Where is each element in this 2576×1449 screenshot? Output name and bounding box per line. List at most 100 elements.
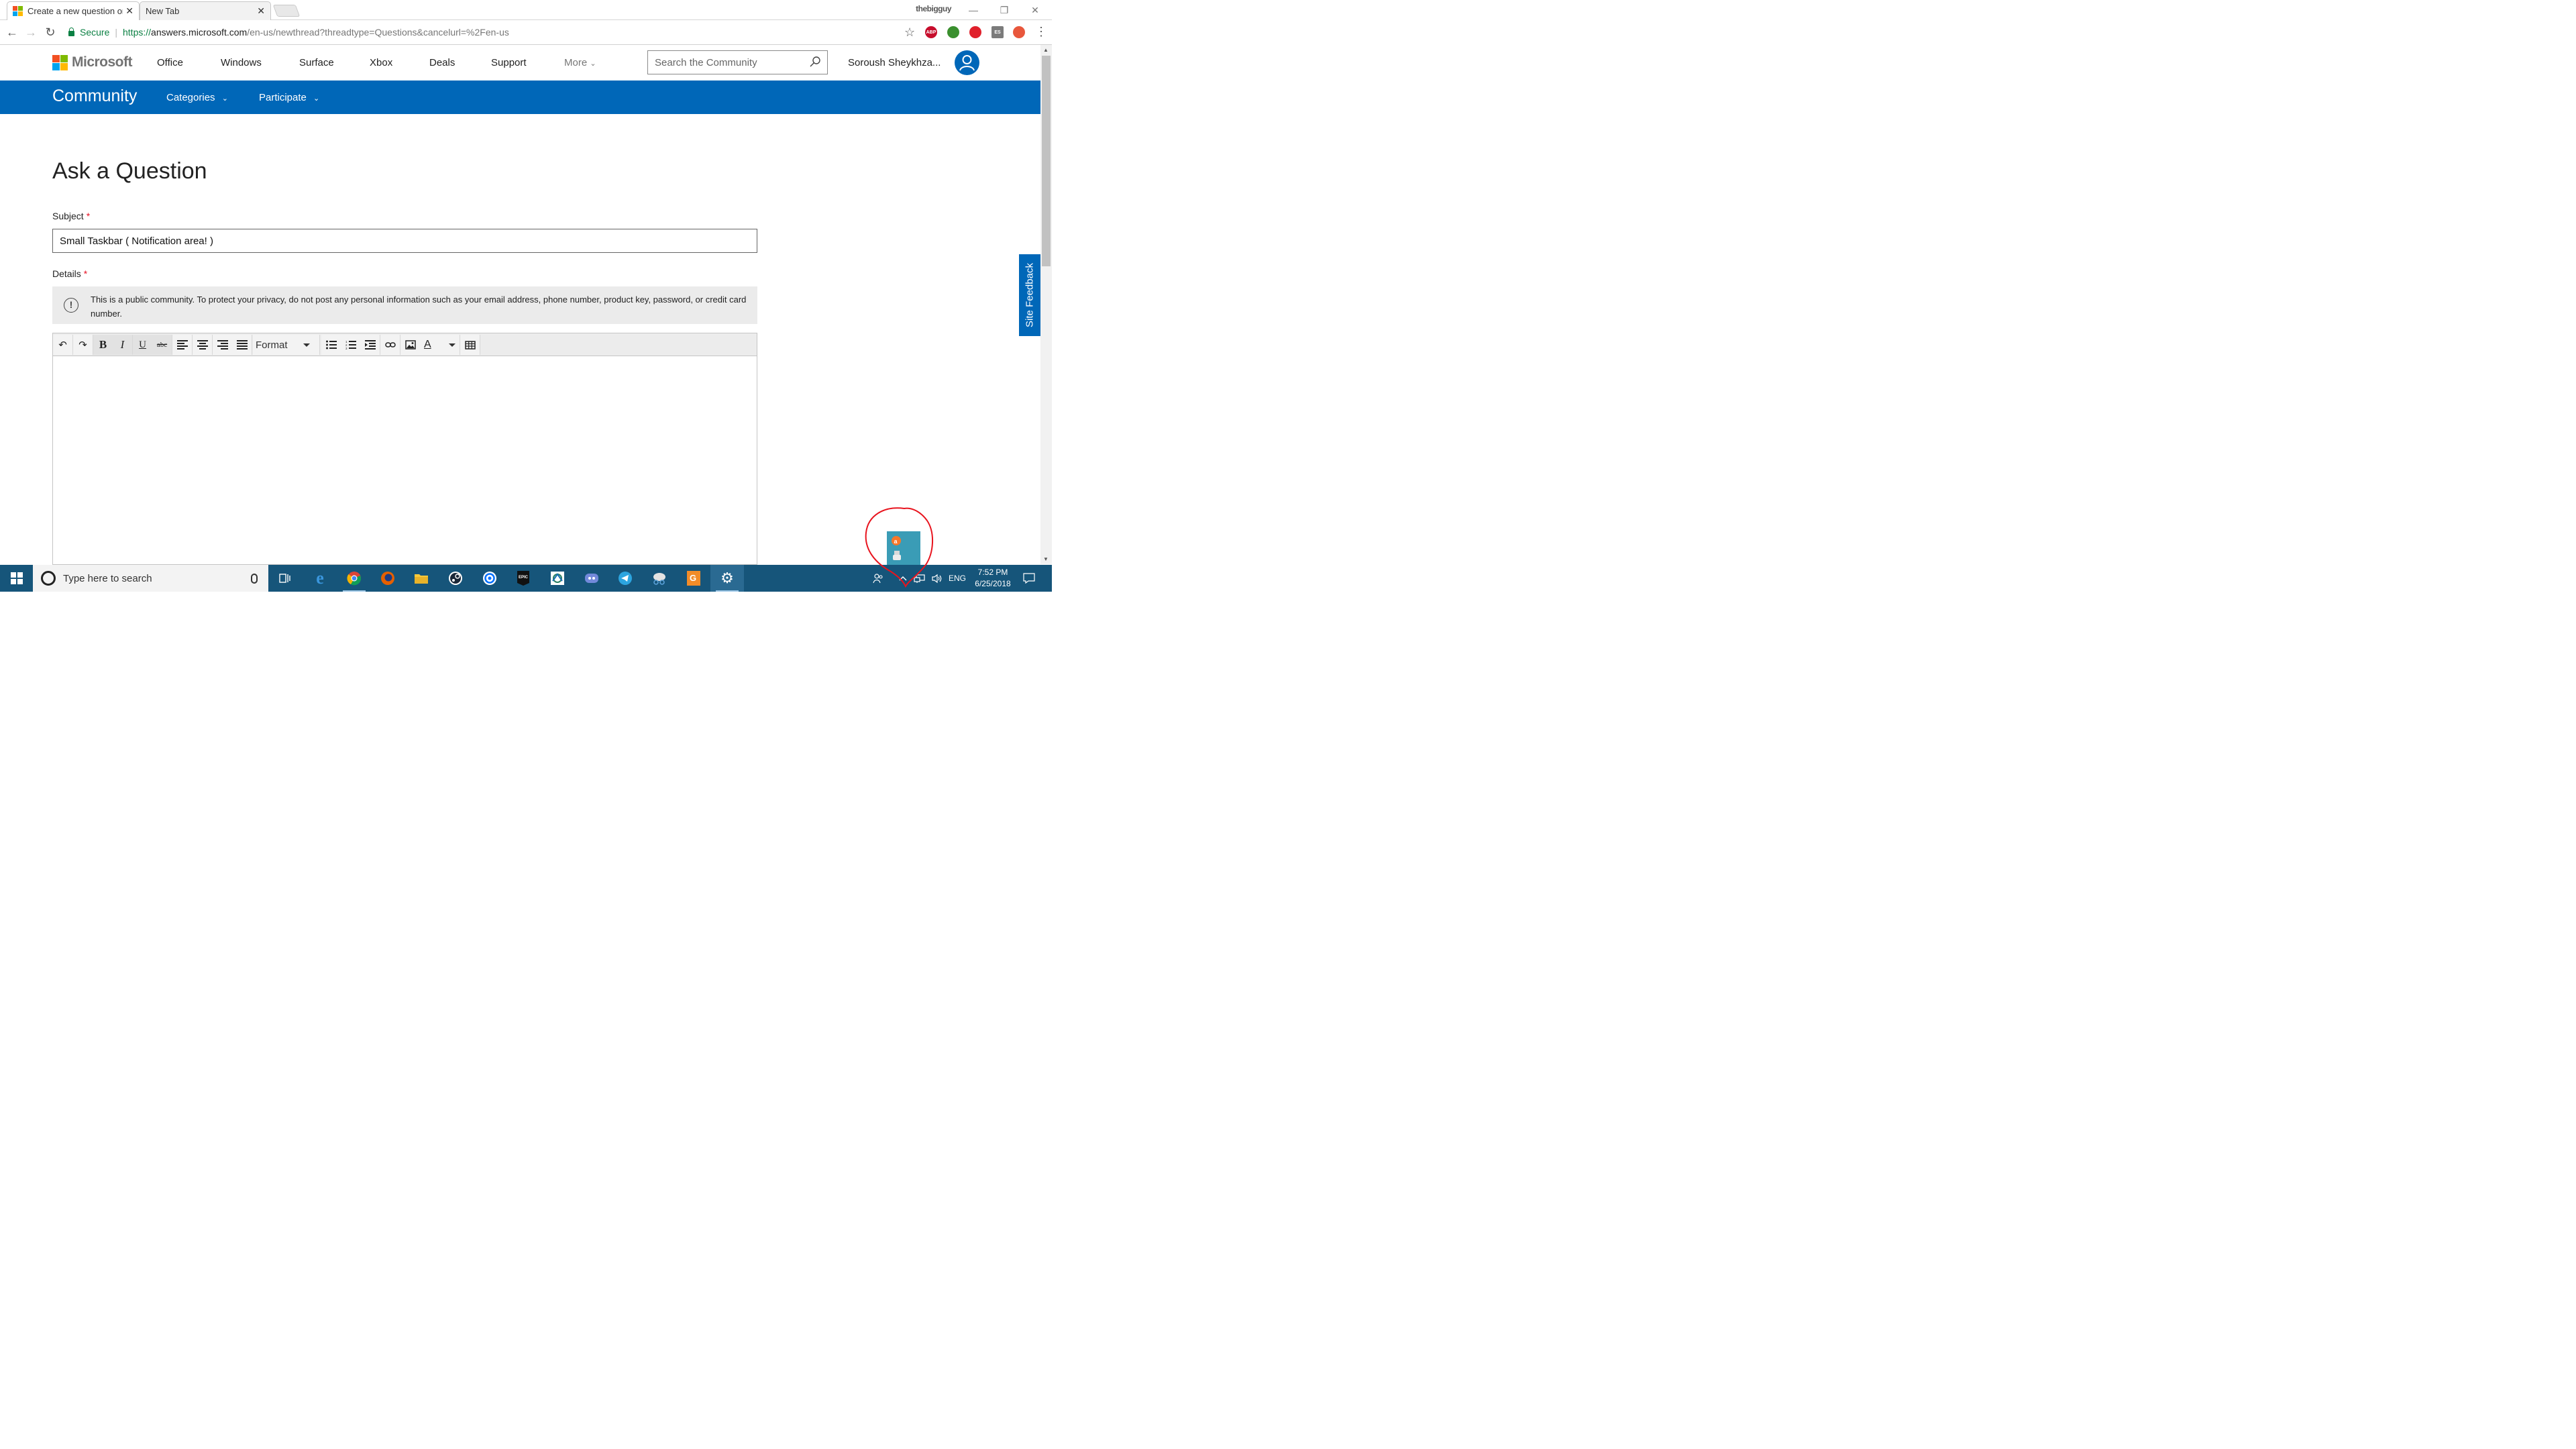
idm-icon[interactable] [947,26,959,38]
firefox-icon[interactable] [371,565,405,592]
windows-logo-icon [10,572,23,584]
restore-icon[interactable]: ❐ [989,0,1020,20]
forward-icon[interactable]: → [24,25,38,39]
cortana-icon[interactable] [41,571,56,586]
address-bar[interactable]: Secure | https://answers.microsoft.com/e… [62,23,920,41]
browser-tab-active[interactable]: Create a new question or ✕ [7,1,140,20]
scrollbar-thumb[interactable] [1042,56,1051,266]
editor-body[interactable] [53,356,757,564]
secure-label: Secure [80,27,110,38]
steam-icon[interactable] [439,565,472,592]
image-icon[interactable] [400,335,421,355]
search-icon[interactable] [810,56,820,67]
close-tab-icon[interactable]: ✕ [257,5,265,17]
user-avatar-icon[interactable] [955,50,979,75]
italic-icon[interactable]: I [113,335,133,355]
action-center-icon[interactable] [1021,565,1037,592]
svg-text:G: G [690,573,696,583]
community-search-input[interactable]: Search the Community [647,50,828,74]
new-tab-button[interactable] [272,5,301,17]
edge-icon[interactable]: e [303,565,337,592]
caret-down-icon [303,343,310,347]
nav-support[interactable]: Support [491,57,527,68]
nav-office[interactable]: Office [157,57,183,68]
microsoft-header: Microsoft Office Windows Surface Xbox De… [0,45,1040,80]
scroll-up-icon[interactable]: ▲ [1043,47,1049,53]
epic-games-icon[interactable]: EPIC [506,565,540,592]
numbered-list-icon[interactable]: 123 [341,335,361,355]
underline-icon[interactable]: U [133,335,153,355]
close-tab-icon[interactable]: ✕ [125,5,133,17]
chrome-icon[interactable] [337,565,371,592]
align-left-icon[interactable] [172,335,193,355]
taskbar-clock[interactable]: 7:52 PM 6/25/2018 [969,567,1016,590]
indent-icon[interactable] [360,335,380,355]
language-indicator[interactable]: ENG [946,565,969,592]
taskbar-search-box[interactable]: Type here to search [33,565,268,592]
page-title: Ask a Question [52,158,207,184]
nav-deals[interactable]: Deals [429,57,455,68]
telegram-icon[interactable] [608,565,642,592]
align-right-icon[interactable] [213,335,233,355]
nav-windows[interactable]: Windows [221,57,262,68]
settings-gear-icon[interactable]: ⚙ [710,565,744,592]
table-icon[interactable] [460,335,480,355]
start-button[interactable] [0,565,33,592]
bulleted-list-icon[interactable] [321,335,341,355]
discord-icon[interactable] [575,565,608,592]
file-explorer-icon[interactable] [405,565,438,592]
scroll-down-icon[interactable]: ▼ [1043,556,1049,562]
pdf-app-icon[interactable]: G [677,565,710,592]
community-title[interactable]: Community [52,87,137,106]
microsoft-logo[interactable]: Microsoft [52,54,133,70]
volume-icon[interactable] [930,565,945,592]
subject-label: Subject * [52,211,90,221]
browser-tab-strip: Create a new question or ✕ New Tab ✕ the… [0,0,1052,20]
shield-ext-icon[interactable] [1013,26,1025,38]
people-icon[interactable] [871,565,885,592]
bold-icon[interactable]: B [93,335,113,355]
avast-tray-icon[interactable]: a [891,535,902,546]
page-scrollbar[interactable]: ▲ ▼ [1040,45,1052,564]
user-name[interactable]: Soroush Sheykhza... [848,57,941,68]
categories-menu[interactable]: Categories ⌄ [166,92,228,103]
opera-icon[interactable] [969,26,981,38]
justify-icon[interactable] [232,335,252,355]
redo-icon[interactable]: ↷ [73,335,93,355]
usb-device-tray-icon[interactable] [892,550,902,561]
subject-input[interactable] [52,229,757,253]
network-app-icon[interactable] [541,565,574,592]
nav-surface[interactable]: Surface [299,57,334,68]
profile-name[interactable]: thebigguy [916,4,951,13]
microphone-icon[interactable] [251,573,258,584]
snipping-tool-icon[interactable] [643,565,676,592]
uplay-icon[interactable] [473,565,506,592]
url-separator: | [115,27,117,38]
minimize-icon[interactable]: — [958,0,989,20]
strikethrough-icon[interactable]: abc [152,335,172,355]
microsoft-wordmark: Microsoft [72,54,133,70]
site-feedback-button[interactable]: Site Feedback [1019,254,1040,336]
clock-time: 7:52 PM [977,568,1008,577]
participate-menu[interactable]: Participate ⌄ [259,92,319,103]
link-icon[interactable] [380,335,400,355]
required-mark: * [86,211,91,221]
chrome-menu-icon[interactable]: ⋮ [1035,25,1047,38]
abp-icon[interactable]: ABP [925,26,937,38]
align-center-icon[interactable] [193,335,213,355]
undo-icon[interactable]: ↶ [53,335,73,355]
task-view-icon[interactable] [268,565,302,592]
text-color-icon[interactable]: A [420,335,460,355]
network-icon[interactable] [912,565,927,592]
format-dropdown[interactable]: Format [253,335,320,355]
close-window-icon[interactable]: ✕ [1020,0,1051,20]
show-hidden-icons-chevron-icon[interactable] [897,565,909,592]
nav-xbox[interactable]: Xbox [370,57,392,68]
reload-icon[interactable]: ↻ [44,25,57,39]
es-icon[interactable]: ES [991,26,1004,38]
svg-text:EPIC: EPIC [519,576,529,580]
nav-more[interactable]: More ⌄ [564,57,596,68]
back-icon[interactable]: ← [5,25,19,39]
bookmark-star-icon[interactable]: ☆ [904,25,915,40]
browser-tab-new[interactable]: New Tab ✕ [140,1,271,20]
